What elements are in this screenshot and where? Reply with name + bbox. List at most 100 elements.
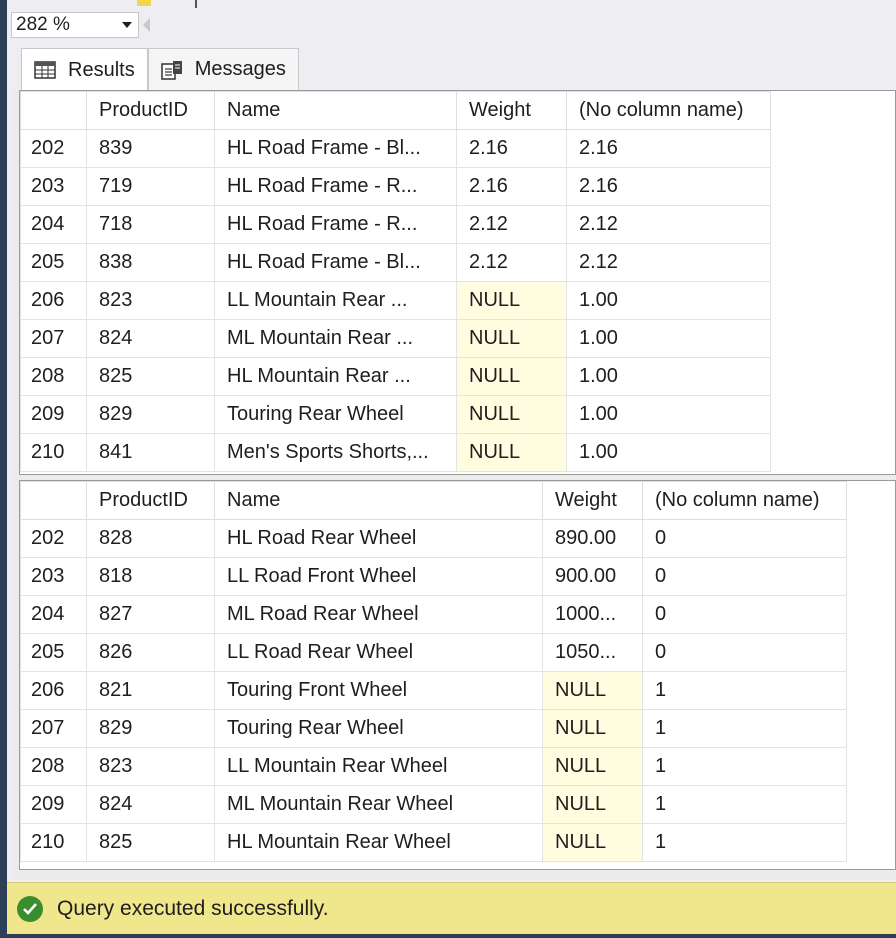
column-header-weight[interactable]: Weight <box>542 481 643 520</box>
name-cell[interactable]: ML Mountain Rear ... <box>214 319 457 358</box>
weight-cell[interactable]: 2.12 <box>456 243 567 282</box>
value-cell[interactable]: 0 <box>642 633 847 672</box>
productid-cell[interactable]: 718 <box>86 205 215 244</box>
table-row[interactable]: 209 829 Touring Rear Wheel NULL 1.00 <box>20 395 771 434</box>
scroll-left-arrow-icon[interactable] <box>143 18 150 32</box>
row-number-cell[interactable]: 206 <box>20 671 87 710</box>
value-cell[interactable]: 1.00 <box>566 319 771 358</box>
value-cell[interactable]: 1 <box>642 823 847 862</box>
weight-cell[interactable]: NULL <box>542 671 643 710</box>
table-row[interactable]: 207 829 Touring Rear Wheel NULL 1 <box>20 709 847 748</box>
weight-cell[interactable]: 2.16 <box>456 129 567 168</box>
table-row[interactable]: 202 828 HL Road Rear Wheel 890.00 0 <box>20 519 847 558</box>
weight-cell[interactable]: NULL <box>456 433 567 472</box>
productid-cell[interactable]: 825 <box>86 823 215 862</box>
name-cell[interactable]: LL Road Rear Wheel <box>214 633 543 672</box>
value-cell[interactable]: 0 <box>642 557 847 596</box>
table-row[interactable]: 203 818 LL Road Front Wheel 900.00 0 <box>20 557 847 596</box>
name-cell[interactable]: LL Road Front Wheel <box>214 557 543 596</box>
results-grid-1[interactable]: ProductID Name Weight (No column name) 2… <box>19 90 896 475</box>
value-cell[interactable]: 2.12 <box>566 243 771 282</box>
row-number-cell[interactable]: 203 <box>20 557 87 596</box>
table-row[interactable]: 210 841 Men's Sports Shorts,... NULL 1.00 <box>20 433 771 472</box>
value-cell[interactable]: 1.00 <box>566 395 771 434</box>
name-cell[interactable]: HL Road Frame - R... <box>214 167 457 206</box>
table-row[interactable]: 210 825 HL Mountain Rear Wheel NULL 1 <box>20 823 847 862</box>
column-header-name[interactable]: Name <box>214 481 543 520</box>
value-cell[interactable]: 1 <box>642 785 847 824</box>
table-row[interactable]: 205 838 HL Road Frame - Bl... 2.12 2.12 <box>20 243 771 282</box>
column-header-no-column-name[interactable]: (No column name) <box>642 481 847 520</box>
productid-cell[interactable]: 826 <box>86 633 215 672</box>
table-row[interactable]: 207 824 ML Mountain Rear ... NULL 1.00 <box>20 319 771 358</box>
table-row[interactable]: 205 826 LL Road Rear Wheel 1050... 0 <box>20 633 847 672</box>
row-number-cell[interactable]: 208 <box>20 357 87 396</box>
productid-cell[interactable]: 839 <box>86 129 215 168</box>
name-cell[interactable]: Touring Rear Wheel <box>214 709 543 748</box>
row-number-cell[interactable]: 209 <box>20 785 87 824</box>
name-cell[interactable]: HL Road Frame - Bl... <box>214 243 457 282</box>
table-row[interactable]: 208 825 HL Mountain Rear ... NULL 1.00 <box>20 357 771 396</box>
weight-cell[interactable]: NULL <box>542 823 643 862</box>
weight-cell[interactable]: 890.00 <box>542 519 643 558</box>
productid-cell[interactable]: 828 <box>86 519 215 558</box>
name-cell[interactable]: HL Road Frame - R... <box>214 205 457 244</box>
column-header-name[interactable]: Name <box>214 91 457 130</box>
table-row[interactable]: 202 839 HL Road Frame - Bl... 2.16 2.16 <box>20 129 771 168</box>
productid-cell[interactable]: 821 <box>86 671 215 710</box>
productid-cell[interactable]: 829 <box>86 709 215 748</box>
zoom-dropdown[interactable]: 282 % <box>11 12 139 38</box>
value-cell[interactable]: 1.00 <box>566 433 771 472</box>
row-number-cell[interactable]: 207 <box>20 319 87 358</box>
name-cell[interactable]: LL Mountain Rear ... <box>214 281 457 320</box>
name-cell[interactable]: HL Road Rear Wheel <box>214 519 543 558</box>
weight-cell[interactable]: 1050... <box>542 633 643 672</box>
row-number-cell[interactable]: 205 <box>20 243 87 282</box>
productid-cell[interactable]: 824 <box>86 319 215 358</box>
value-cell[interactable]: 1 <box>642 709 847 748</box>
weight-cell[interactable]: NULL <box>542 709 643 748</box>
value-cell[interactable]: 1.00 <box>566 357 771 396</box>
row-number-cell[interactable]: 209 <box>20 395 87 434</box>
name-cell[interactable]: LL Mountain Rear Wheel <box>214 747 543 786</box>
value-cell[interactable]: 1 <box>642 747 847 786</box>
weight-cell[interactable]: NULL <box>456 281 567 320</box>
table-row[interactable]: 203 719 HL Road Frame - R... 2.16 2.16 <box>20 167 771 206</box>
row-number-cell[interactable]: 202 <box>20 129 87 168</box>
weight-cell[interactable]: 900.00 <box>542 557 643 596</box>
productid-cell[interactable]: 829 <box>86 395 215 434</box>
name-cell[interactable]: Touring Front Wheel <box>214 671 543 710</box>
weight-cell[interactable]: NULL <box>542 785 643 824</box>
row-number-cell[interactable]: 207 <box>20 709 87 748</box>
weight-cell[interactable]: NULL <box>456 319 567 358</box>
row-number-cell[interactable]: 202 <box>20 519 87 558</box>
name-cell[interactable]: Men's Sports Shorts,... <box>214 433 457 472</box>
value-cell[interactable]: 1 <box>642 671 847 710</box>
name-cell[interactable]: ML Road Rear Wheel <box>214 595 543 634</box>
value-cell[interactable]: 1.00 <box>566 281 771 320</box>
weight-cell[interactable]: 1000... <box>542 595 643 634</box>
row-number-header[interactable] <box>20 481 87 520</box>
table-row[interactable]: 206 821 Touring Front Wheel NULL 1 <box>20 671 847 710</box>
chevron-down-icon[interactable] <box>116 22 138 28</box>
weight-cell[interactable]: NULL <box>542 747 643 786</box>
table-row[interactable]: 206 823 LL Mountain Rear ... NULL 1.00 <box>20 281 771 320</box>
productid-cell[interactable]: 719 <box>86 167 215 206</box>
table-row[interactable]: 204 718 HL Road Frame - R... 2.12 2.12 <box>20 205 771 244</box>
value-cell[interactable]: 2.12 <box>566 205 771 244</box>
name-cell[interactable]: Touring Rear Wheel <box>214 395 457 434</box>
weight-cell[interactable]: NULL <box>456 395 567 434</box>
value-cell[interactable]: 2.16 <box>566 129 771 168</box>
row-number-cell[interactable]: 204 <box>20 205 87 244</box>
row-number-cell[interactable]: 210 <box>20 433 87 472</box>
row-number-header[interactable] <box>20 91 87 130</box>
value-cell[interactable]: 2.16 <box>566 167 771 206</box>
results-grid-2[interactable]: ProductID Name Weight (No column name) 2… <box>19 480 896 870</box>
productid-cell[interactable]: 838 <box>86 243 215 282</box>
productid-cell[interactable]: 827 <box>86 595 215 634</box>
productid-cell[interactable]: 825 <box>86 357 215 396</box>
productid-cell[interactable]: 824 <box>86 785 215 824</box>
name-cell[interactable]: HL Mountain Rear Wheel <box>214 823 543 862</box>
weight-cell[interactable]: NULL <box>456 357 567 396</box>
row-number-cell[interactable]: 203 <box>20 167 87 206</box>
